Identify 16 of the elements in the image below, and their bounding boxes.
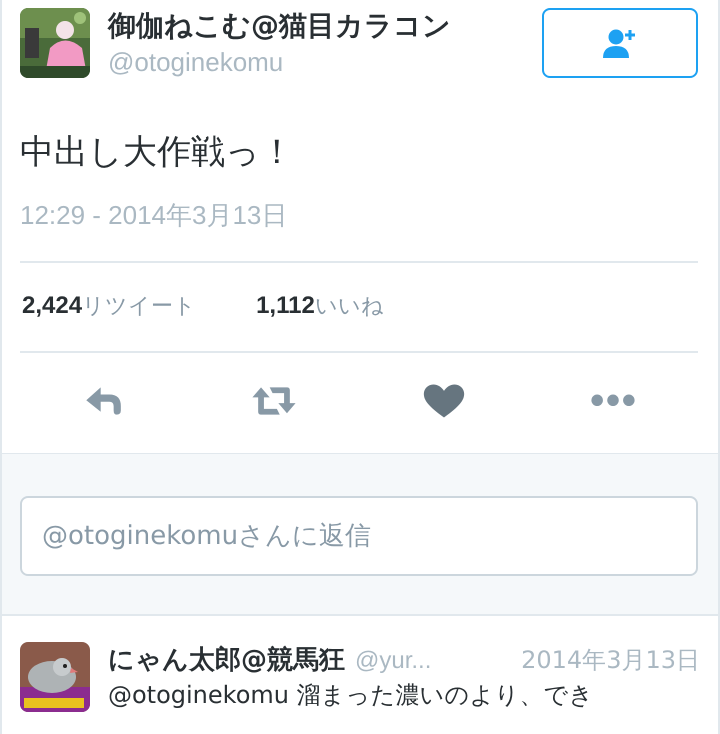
stat-count: 2,424: [22, 292, 82, 319]
author-name: 御伽ねこむ@猫目カラコン: [108, 8, 452, 44]
author-handle: @otoginekomu: [108, 46, 284, 79]
follow-button[interactable]: [542, 8, 698, 78]
stat-count: 1,112: [256, 292, 315, 319]
heart-icon[interactable]: [422, 383, 466, 419]
reply-author-name: にゃん太郎@競馬狂: [108, 644, 345, 677]
reply-field[interactable]: @otoginekomuさんに返信: [20, 496, 698, 576]
reply-author-handle: @yur...: [355, 647, 432, 675]
reply-text: @otoginekomu 溜まった濃いのより、でき: [108, 680, 595, 711]
tweet-text: 中出し大作戦っ！: [20, 131, 295, 174]
stat-label[interactable]: リツイート: [82, 294, 196, 319]
reply-date: 2014年3月13日: [521, 645, 700, 676]
stat-label[interactable]: いいね: [314, 294, 384, 319]
add-user-icon: [603, 28, 637, 58]
tweet-timestamp: 12:29 - 2014年3月13日: [20, 198, 698, 263]
